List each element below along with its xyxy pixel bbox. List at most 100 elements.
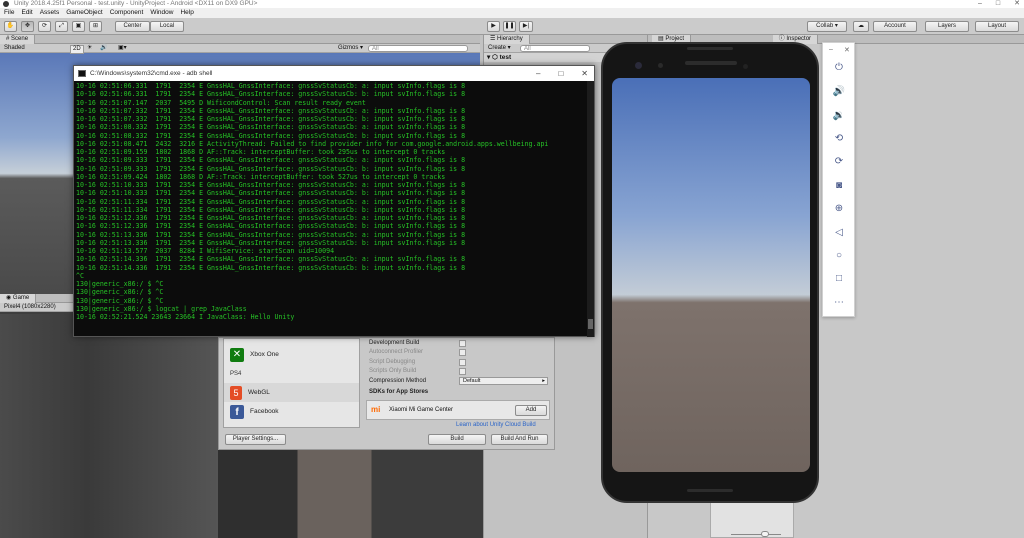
zoom-icon[interactable]: ⊕ <box>832 202 846 216</box>
layout-dropdown[interactable]: Layout <box>975 21 1019 32</box>
game-viewport-lower <box>218 450 483 538</box>
script-debugging-label: Script Debugging <box>369 359 416 365</box>
platform-facebook[interactable]: f Facebook <box>224 402 359 421</box>
scripts-only-checkbox[interactable] <box>459 368 466 375</box>
tab-hierarchy[interactable]: ☰ Hierarchy <box>484 35 530 44</box>
power-icon[interactable]: ⏻ <box>832 61 846 75</box>
layers-dropdown[interactable]: Layers <box>925 21 969 32</box>
menu-file[interactable]: File <box>4 8 14 18</box>
terminal-line: 10-16 02:51:07.332 1791 2354 E GnssHAL_G… <box>76 115 466 123</box>
maximize-icon[interactable]: □ <box>558 66 563 81</box>
lighting-icon[interactable]: ☀ <box>87 44 92 53</box>
zoom-slider-track[interactable] <box>731 534 781 535</box>
rotate-right-icon[interactable]: ⟳ <box>832 155 846 169</box>
overview-icon[interactable]: □ <box>832 272 846 286</box>
account-dropdown[interactable]: Account <box>873 21 917 32</box>
home-icon[interactable]: ○ <box>832 249 846 263</box>
minimize-icon[interactable]: – <box>536 66 540 81</box>
add-sdk-button[interactable]: Add <box>515 405 547 416</box>
move-tool-icon[interactable]: ✥ <box>21 21 34 32</box>
build-settings-window: ✕ Xbox One PS4 5 WebGL f Facebook Develo… <box>218 337 555 450</box>
rotate-left-icon[interactable]: ⟲ <box>832 132 846 146</box>
collab-button[interactable]: Collab ▾ <box>807 21 847 32</box>
scale-tool-icon[interactable]: ⤢ <box>55 21 68 32</box>
tab-game[interactable]: ◉ Game <box>0 294 37 303</box>
create-dropdown[interactable]: Create ▾ <box>488 44 511 53</box>
terminal-scrollbar[interactable] <box>587 81 594 337</box>
menu-gameobject[interactable]: GameObject <box>66 8 103 18</box>
play-icon[interactable]: ▶ <box>487 21 500 32</box>
terminal-line: 10-16 02:51:08.332 1791 2354 E GnssHAL_G… <box>76 123 466 132</box>
rect-tool-icon[interactable]: ▣ <box>72 21 85 32</box>
development-build-label: Development Build <box>369 340 420 346</box>
build-button[interactable]: Build <box>428 434 486 445</box>
ps4-icon: PS4 <box>230 370 242 377</box>
resolution-dropdown[interactable]: Pixel4 (1080x2280) <box>4 303 56 312</box>
terminal-line: 130|generic_x86:/ $ logcat | grep JavaCl… <box>76 304 247 313</box>
cmd-window-controls: – □ ✕ <box>536 66 588 81</box>
menu-window[interactable]: Window <box>150 8 173 18</box>
2d-toggle[interactable]: 2D <box>70 45 84 54</box>
more-icon[interactable]: ⋯ <box>832 296 846 310</box>
earpiece <box>685 61 737 65</box>
game-viewport[interactable] <box>0 314 218 538</box>
terminal-line: 10-16 02:51:13.577 2037 8284 I WifiServi… <box>76 247 335 255</box>
minimize-icon[interactable]: – <box>978 0 982 8</box>
pause-icon[interactable]: ❚❚ <box>503 21 516 32</box>
platform-webgl[interactable]: 5 WebGL <box>224 383 359 402</box>
development-build-checkbox[interactable] <box>459 340 466 347</box>
terminal-line: 10-16 02:51:09.333 1791 2354 E GnssHAL_G… <box>76 156 466 165</box>
cmd-title-bar[interactable]: C:\Windows\system32\cmd.exe - adb shell … <box>74 66 594 81</box>
scene-root-label: test <box>499 54 512 61</box>
close-icon[interactable]: ✕ <box>581 66 588 81</box>
terminal-line: 10-16 02:51:13.336 1791 2354 E GnssHAL_G… <box>76 230 466 239</box>
build-and-run-button[interactable]: Build And Run <box>491 434 548 445</box>
hierarchy-search-input[interactable]: All <box>520 45 590 52</box>
audio-icon[interactable]: 🔊 <box>100 44 107 53</box>
shading-dropdown[interactable]: Shaded <box>4 44 25 53</box>
menu-component[interactable]: Component <box>110 8 144 18</box>
maximize-icon[interactable]: □ <box>996 0 1000 8</box>
terminal-line: 10-16 02:51:09.424 1802 1868 D AF::Track… <box>76 172 446 181</box>
tab-scene[interactable]: # Scene <box>0 35 36 44</box>
volume-down-icon[interactable]: 🔉 <box>832 109 846 123</box>
terminal-line: 10-16 02:51:08.471 2432 3216 E ActivityT… <box>76 139 549 148</box>
menu-edit[interactable]: Edit <box>21 8 32 18</box>
menu-help[interactable]: Help <box>180 8 193 18</box>
transform-tool-icon[interactable]: ⊞ <box>89 21 102 32</box>
back-icon[interactable]: ◁ <box>832 226 846 240</box>
effects-icon[interactable]: ▣▾ <box>118 44 127 53</box>
terminal-output[interactable]: 10-16 02:51:06.331 1791 2354 E GnssHAL_G… <box>74 81 594 336</box>
scene-search-input[interactable]: All <box>368 45 468 52</box>
pivot-center-toggle[interactable]: Center <box>115 21 150 32</box>
menu-bar: File Edit Assets GameObject Component Wi… <box>0 8 1024 18</box>
script-debugging-checkbox[interactable] <box>459 359 466 366</box>
camera-icon[interactable]: ◙ <box>832 179 846 193</box>
menu-assets[interactable]: Assets <box>40 8 60 18</box>
cmd-title: C:\Windows\system32\cmd.exe - adb shell <box>90 70 213 77</box>
cloud-build-link[interactable]: Learn about Unity Cloud Build <box>456 422 536 428</box>
facebook-icon: f <box>230 404 244 419</box>
cloud-icon[interactable]: ☁ <box>853 21 869 32</box>
proximity-sensor-icon <box>743 64 748 69</box>
zoom-slider-handle[interactable] <box>761 531 769 537</box>
player-settings-button[interactable]: Player Settings... <box>225 434 286 445</box>
close-icon[interactable]: ✕ <box>844 46 850 54</box>
scene-tab-bar: # Scene <box>0 35 480 44</box>
rotate-tool-icon[interactable]: ⟳ <box>38 21 51 32</box>
autoconnect-checkbox[interactable] <box>459 349 466 356</box>
gizmos-dropdown[interactable]: Gizmos ▾ <box>338 44 363 53</box>
sdk-heading: SDKs for App Stores <box>369 389 429 395</box>
emulator-screen[interactable] <box>612 78 810 472</box>
close-icon[interactable]: ✕ <box>1014 0 1020 8</box>
platform-ps4[interactable]: PS4 <box>224 364 359 383</box>
hand-tool-icon[interactable]: ✋ <box>4 21 17 32</box>
compression-dropdown[interactable]: Default ▸ <box>459 377 548 385</box>
collapse-icon[interactable]: – <box>829 46 833 53</box>
step-icon[interactable]: ▶| <box>519 21 533 32</box>
scrollbar-thumb[interactable] <box>588 319 593 329</box>
pivot-local-toggle[interactable]: Local <box>150 21 184 32</box>
html5-icon: 5 <box>230 385 242 400</box>
volume-up-icon[interactable]: 🔊 <box>832 85 846 99</box>
platform-xbox-one[interactable]: ✕ Xbox One <box>224 345 359 364</box>
